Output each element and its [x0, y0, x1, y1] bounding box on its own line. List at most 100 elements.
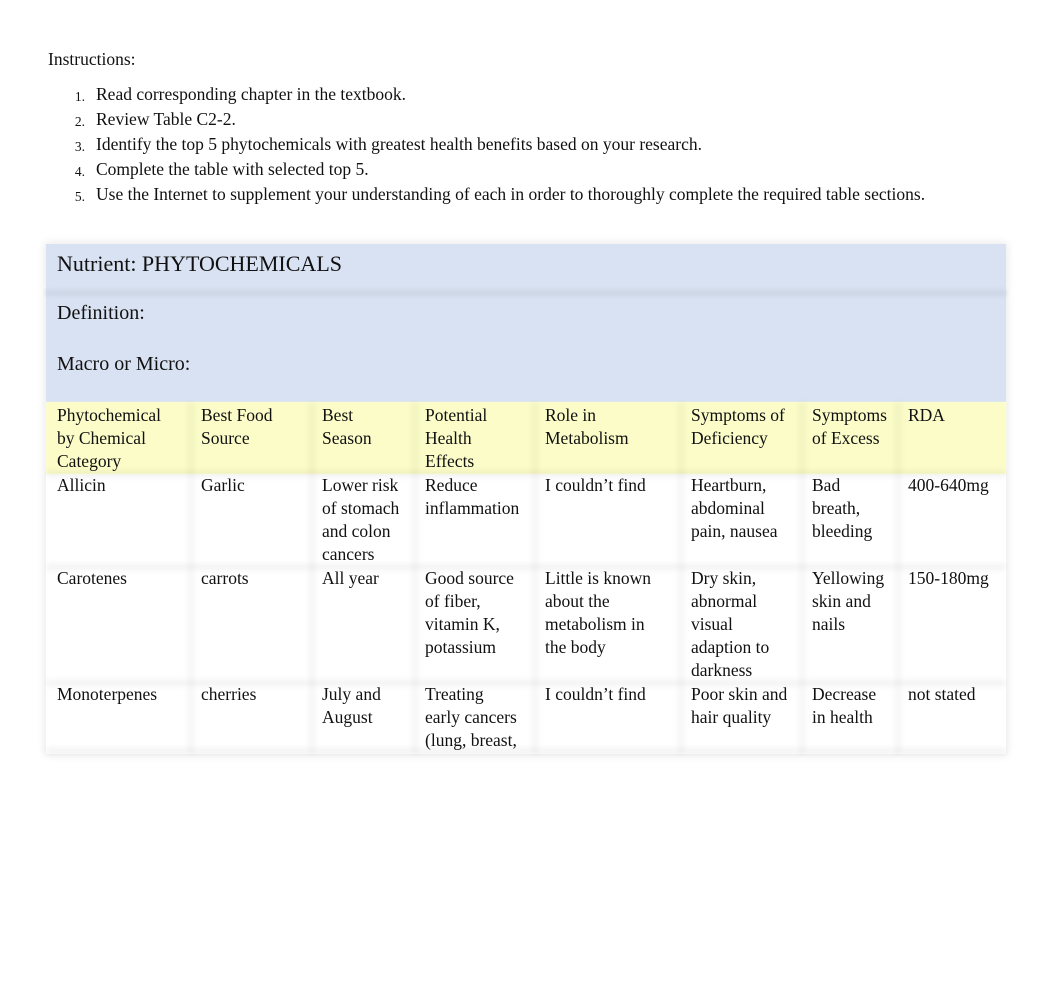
instruction-text: Complete the table with selected top 5. — [96, 159, 369, 179]
table-cell[interactable]: Garlic — [201, 474, 245, 497]
cell-line: pain, nausea — [691, 521, 778, 541]
nutrient-title: Nutrient: PHYTOCHEMICALS — [57, 251, 342, 276]
cell-line: Garlic — [201, 475, 245, 495]
table-cell[interactable]: Decrease in health — [812, 683, 876, 729]
cell-line: Dry skin, — [691, 568, 757, 588]
column-header: RDA — [908, 404, 945, 427]
column-divider — [799, 402, 805, 754]
cell-line: not stated — [908, 684, 976, 704]
cell-line: Reduce — [425, 475, 478, 495]
table-cell[interactable]: Poor skin and hair quality — [691, 683, 787, 729]
cell-line: vitamin K, — [425, 614, 500, 634]
table-cell[interactable]: cherries — [201, 683, 256, 706]
cell-line: Yellowing — [812, 568, 885, 588]
column-divider — [188, 402, 194, 754]
cell-line: potassium — [425, 637, 496, 657]
macro-or-micro-field[interactable]: Macro or Micro: — [57, 351, 190, 377]
column-header: Symptoms of Excess — [812, 404, 887, 450]
cell-line: Best Food — [201, 405, 273, 425]
column-header: Symptoms of Deficiency — [691, 404, 785, 450]
table-cell[interactable]: Bad breath, bleeding — [812, 474, 872, 543]
table-cell[interactable]: not stated — [908, 683, 976, 706]
cell-line: Best — [322, 405, 354, 425]
cell-line: July and — [322, 684, 381, 704]
instruction-number: 4. — [74, 164, 85, 179]
column-header: Potential Health Effects — [425, 404, 487, 473]
instructions-label: Instructions: — [48, 49, 136, 69]
cell-line: 150-180mg — [908, 568, 989, 588]
cell-line: Symptoms — [812, 405, 887, 425]
cell-line: Carotenes — [57, 568, 127, 588]
cell-line: of stomach — [322, 498, 400, 518]
cell-line: Monoterpenes — [57, 684, 158, 704]
table-cell[interactable]: Dry skin, abnormal visual adaption to darkne… — [691, 567, 769, 682]
phytochemicals-table: Nutrient: PHYTOCHEMICALS Definition: Mac… — [46, 244, 1006, 754]
cell-line: hair quality — [691, 707, 772, 727]
column-divider — [412, 402, 418, 754]
column-divider — [895, 402, 901, 754]
instruction-number: 5. — [74, 189, 85, 204]
cell-line: of fiber, — [425, 591, 481, 611]
cell-line: Treating — [425, 684, 484, 704]
cell-line: breath, — [812, 498, 861, 518]
table-cell[interactable]: Reduce inflammation — [425, 474, 519, 520]
cell-line: August — [322, 707, 373, 727]
table-cell[interactable]: I couldn’t find — [545, 474, 646, 497]
cell-line: Health — [425, 428, 472, 448]
column-divider — [309, 402, 315, 754]
cell-line: Source — [201, 428, 250, 448]
cell-line: abdominal — [691, 498, 765, 518]
table-cell[interactable]: All year — [322, 567, 379, 590]
cell-line: (lung, breast, — [425, 730, 517, 750]
table-cell[interactable]: 150-180mg — [908, 567, 989, 590]
table-cell[interactable]: Carotenes — [57, 567, 127, 590]
cell-line: Deficiency — [691, 428, 768, 448]
cell-line: carrots — [201, 568, 249, 588]
cell-line: skin and — [812, 591, 871, 611]
instruction-number: 2. — [74, 114, 85, 129]
table-cell[interactable]: Allicin — [57, 474, 106, 497]
cell-line: Metabolism — [545, 428, 629, 448]
cell-line: by Chemical — [57, 428, 146, 448]
table-cell[interactable]: I couldn’t find — [545, 683, 646, 706]
cell-line: Good source — [425, 568, 514, 588]
cell-line: Bad — [812, 475, 841, 495]
instruction-number: 3. — [74, 139, 85, 154]
cell-line: and colon — [322, 521, 391, 541]
cell-line: abnormal — [691, 591, 758, 611]
cell-line: cancers — [322, 544, 375, 564]
table-cell[interactable]: Yellowing skin and nails — [812, 567, 884, 636]
cell-line: Category — [57, 451, 122, 471]
instruction-text: Identify the top 5 phytochemicals with g… — [96, 134, 702, 154]
table-cell[interactable]: Heartburn, abdominal pain, nausea — [691, 474, 778, 543]
cell-line: Little is known — [545, 568, 651, 588]
row-divider — [46, 748, 1006, 754]
table-cell[interactable]: Monoterpenes — [57, 683, 157, 706]
table-cell[interactable]: Lower risk of stomach and colon cancers — [322, 474, 399, 566]
cell-line: Symptoms of — [691, 405, 785, 425]
cell-line: visual — [691, 614, 733, 634]
table-cell[interactable]: Treating early cancers (lung, breast, — [425, 683, 517, 752]
cell-line: Effects — [425, 451, 475, 471]
cell-line: Lower risk — [322, 475, 399, 495]
instruction-text: Read corresponding chapter in the textbo… — [96, 84, 407, 104]
table-cell[interactable]: Little is known about the metabolism in the… — [545, 567, 651, 659]
cell-line: 400-640mg — [908, 475, 989, 495]
cell-line: bleeding — [812, 521, 873, 541]
instruction-number: 1. — [74, 89, 85, 104]
table-cell[interactable]: July and August — [322, 683, 381, 729]
cell-line: in health — [812, 707, 873, 727]
cell-line: about the — [545, 591, 610, 611]
cell-line: of Excess — [812, 428, 880, 448]
cell-line: the body — [545, 637, 606, 657]
cell-line: adaption to — [691, 637, 770, 657]
table-cell[interactable]: 400-640mg — [908, 474, 989, 497]
table-cell[interactable]: carrots — [201, 567, 249, 590]
cell-line: Role in — [545, 405, 597, 425]
definition-field[interactable]: Definition: — [57, 300, 145, 326]
column-divider — [532, 402, 538, 754]
cell-line: Decrease — [812, 684, 877, 704]
cell-line: Season — [322, 428, 372, 448]
cell-line: early cancers — [425, 707, 517, 727]
table-cell[interactable]: Good source of fiber, vitamin K, potassium — [425, 567, 514, 659]
